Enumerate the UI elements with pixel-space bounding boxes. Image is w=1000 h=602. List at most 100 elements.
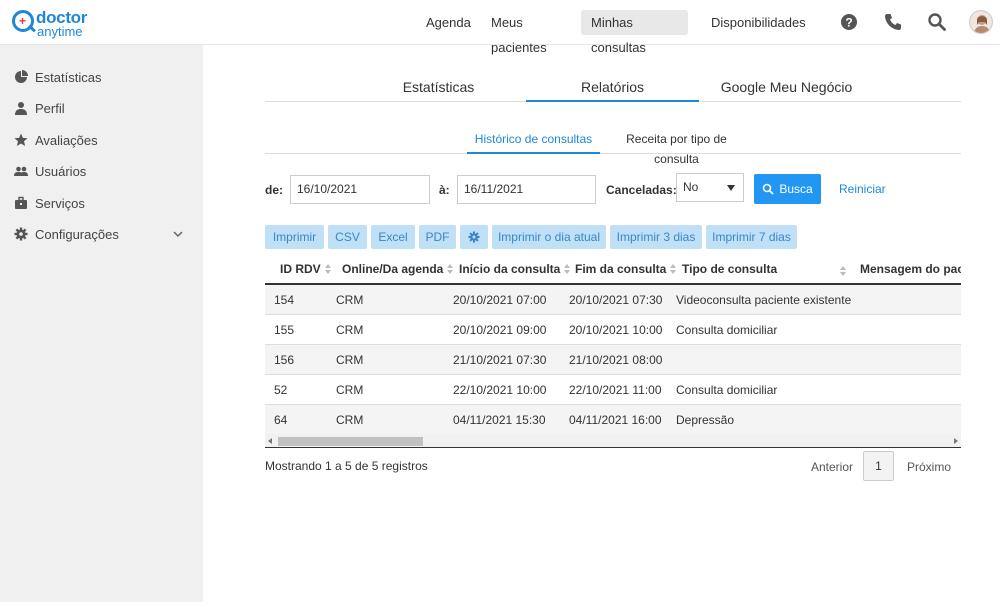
col-online-agenda[interactable]: Online/Da agenda [342, 257, 454, 283]
table-cell: 156 [274, 353, 295, 367]
tab-relatorios[interactable]: Relatórios [526, 75, 699, 102]
sidebar-item-avaliacoes[interactable]: Avaliações [0, 126, 203, 154]
date-to-input[interactable]: 16/11/2021 [457, 175, 596, 204]
brand-logo[interactable]: + doctor anytime [12, 8, 102, 39]
table-cell: 64 [274, 413, 288, 427]
date-from-input[interactable]: 16/10/2021 [290, 175, 430, 204]
table-header: ID RDV Online/Da agenda Início da consul… [265, 257, 961, 285]
print-7-days-button[interactable]: Imprimir 7 dias [706, 225, 797, 249]
table-cell: 52 [274, 383, 288, 397]
subtab-historico[interactable]: Histórico de consultas [467, 129, 600, 154]
column-header-label: Mensagem do paciente [860, 262, 961, 276]
consultations-table: ID RDV Online/Da agenda Início da consul… [265, 257, 961, 449]
briefcase-icon [14, 196, 28, 210]
phone-icon[interactable] [883, 12, 903, 32]
csv-button[interactable]: CSV [328, 225, 367, 249]
pagination-page-1[interactable]: 1 [863, 451, 894, 481]
column-settings-button[interactable] [460, 225, 488, 249]
search-button[interactable]: Busca [754, 174, 821, 204]
sidebar-item-label: Avaliações [35, 132, 98, 148]
nav-meus-pacientes[interactable]: Meus pacientes [481, 10, 578, 55]
scrollbar-thumb[interactable] [278, 437, 423, 446]
print-today-button[interactable]: Imprimir o dia atual [492, 225, 606, 249]
pagination-previous[interactable]: Anterior [811, 460, 853, 474]
nav-disponibilidades[interactable]: Disponibilidades [701, 10, 806, 35]
table-row[interactable]: 156 CRM 21/10/2021 07:30 21/10/2021 08:0… [265, 345, 961, 375]
col-id-rdv[interactable]: ID RDV [280, 257, 331, 283]
sort-icon [447, 264, 454, 274]
horizontal-scrollbar[interactable] [265, 434, 961, 448]
table-row[interactable]: 155 CRM 20/10/2021 09:00 20/10/2021 10:0… [265, 315, 961, 345]
subtab-receita[interactable]: Receita por tipo de consulta [604, 129, 749, 166]
search-icon[interactable] [927, 12, 947, 32]
col-inicio[interactable]: Início da consulta [459, 257, 571, 283]
sidebar-item-label: Usuários [35, 163, 87, 179]
cancelled-value: No [683, 180, 699, 194]
table-cell: 21/10/2021 08:00 [569, 353, 663, 367]
sidebar-item-servicos[interactable]: Serviços [0, 189, 203, 217]
sidebar-item-label: Estatísticas [35, 69, 102, 85]
users-icon [14, 164, 28, 178]
sidebar-item-label: Configurações [35, 226, 119, 242]
table-cell: 20/10/2021 09:00 [453, 323, 547, 337]
table-cell: 20/10/2021 10:00 [569, 323, 663, 337]
print-button[interactable]: Imprimir [265, 225, 324, 249]
column-header-label: Tipo de consulta [682, 262, 778, 276]
table-row[interactable]: 64 CRM 04/11/2021 15:30 04/11/2021 16:00… [265, 405, 961, 435]
sidebar-item-perfil[interactable]: Perfil [0, 94, 203, 122]
pagination-next[interactable]: Próximo [907, 460, 951, 474]
nav-minhas-consultas[interactable]: Minhas consultas [581, 10, 688, 55]
table-cell: 20/10/2021 07:30 [569, 293, 663, 307]
brand-subname: anytime [37, 24, 83, 39]
search-button-label: Busca [779, 182, 813, 196]
table-cell: 22/10/2021 11:00 [569, 383, 662, 397]
pdf-button[interactable]: PDF [419, 225, 456, 249]
reset-link[interactable]: Reiniciar [839, 182, 886, 196]
top-header: + doctor anytime Agenda Meus pacientes M… [0, 0, 1000, 55]
cancelled-select[interactable]: No [676, 173, 744, 202]
help-icon[interactable]: ? [839, 12, 859, 32]
user-avatar[interactable] [969, 10, 993, 34]
chevron-down-icon[interactable] [172, 228, 184, 240]
table-info: Mostrando 1 a 5 de 5 registros [265, 459, 428, 473]
gear-icon [14, 227, 28, 241]
table-cell: Videoconsulta paciente existente [676, 293, 852, 307]
scroll-left-icon[interactable] [268, 438, 272, 444]
sidebar-item-usuarios[interactable]: Usuários [0, 157, 203, 185]
cancelled-label: Canceladas: [606, 183, 677, 197]
table-cell: CRM [336, 353, 364, 367]
col-tipo[interactable]: Tipo de consulta [682, 257, 846, 283]
table-cell: 21/10/2021 07:30 [453, 353, 547, 367]
sidebar-item-label: Perfil [35, 100, 65, 116]
date-to-label: à: [439, 183, 450, 197]
table-cell: 154 [274, 293, 295, 307]
sidebar-item-label: Serviços [35, 195, 85, 211]
sidebar-item-configuracoes[interactable]: Configurações [0, 220, 203, 248]
column-header-label: Início da consulta [459, 262, 561, 276]
main-content: Estatísticas Relatórios Google Meu Negóc… [203, 45, 1000, 602]
nav-agenda[interactable]: Agenda [416, 10, 476, 35]
table-cell: Consulta domiciliar [676, 323, 778, 337]
table-cell: 22/10/2021 10:00 [453, 383, 547, 397]
tab-google-meu-negocio[interactable]: Google Meu Negócio [700, 75, 873, 102]
top-nav: Agenda Meus pacientes Minhas consultas D… [416, 10, 808, 55]
column-header-label: Online/Da agenda [342, 262, 444, 276]
table-cell: 04/11/2021 16:00 [569, 413, 662, 427]
col-fim[interactable]: Fim da consulta [575, 257, 677, 283]
table-row[interactable]: 154 CRM 20/10/2021 07:00 20/10/2021 07:3… [265, 285, 961, 315]
excel-button[interactable]: Excel [371, 225, 415, 249]
col-mensagem[interactable]: Mensagem do paciente [860, 257, 961, 283]
print-3-days-button[interactable]: Imprimir 3 dias [610, 225, 702, 249]
table-cell: Consulta domiciliar [676, 383, 778, 397]
logo-magnifier-icon: + [12, 10, 34, 32]
star-icon [14, 133, 28, 147]
scroll-right-icon[interactable] [954, 438, 958, 444]
table-cell: CRM [336, 293, 364, 307]
sort-icon [564, 264, 571, 274]
sort-icon [670, 264, 677, 274]
sidebar-item-estatisticas[interactable]: Estatísticas [0, 63, 203, 91]
table-cell: 155 [274, 323, 295, 337]
tab-estatisticas[interactable]: Estatísticas [352, 75, 525, 102]
table-row[interactable]: 52 CRM 22/10/2021 10:00 22/10/2021 11:00… [265, 375, 961, 405]
sidebar: Estatísticas Perfil Avaliações Usuários … [0, 45, 203, 602]
